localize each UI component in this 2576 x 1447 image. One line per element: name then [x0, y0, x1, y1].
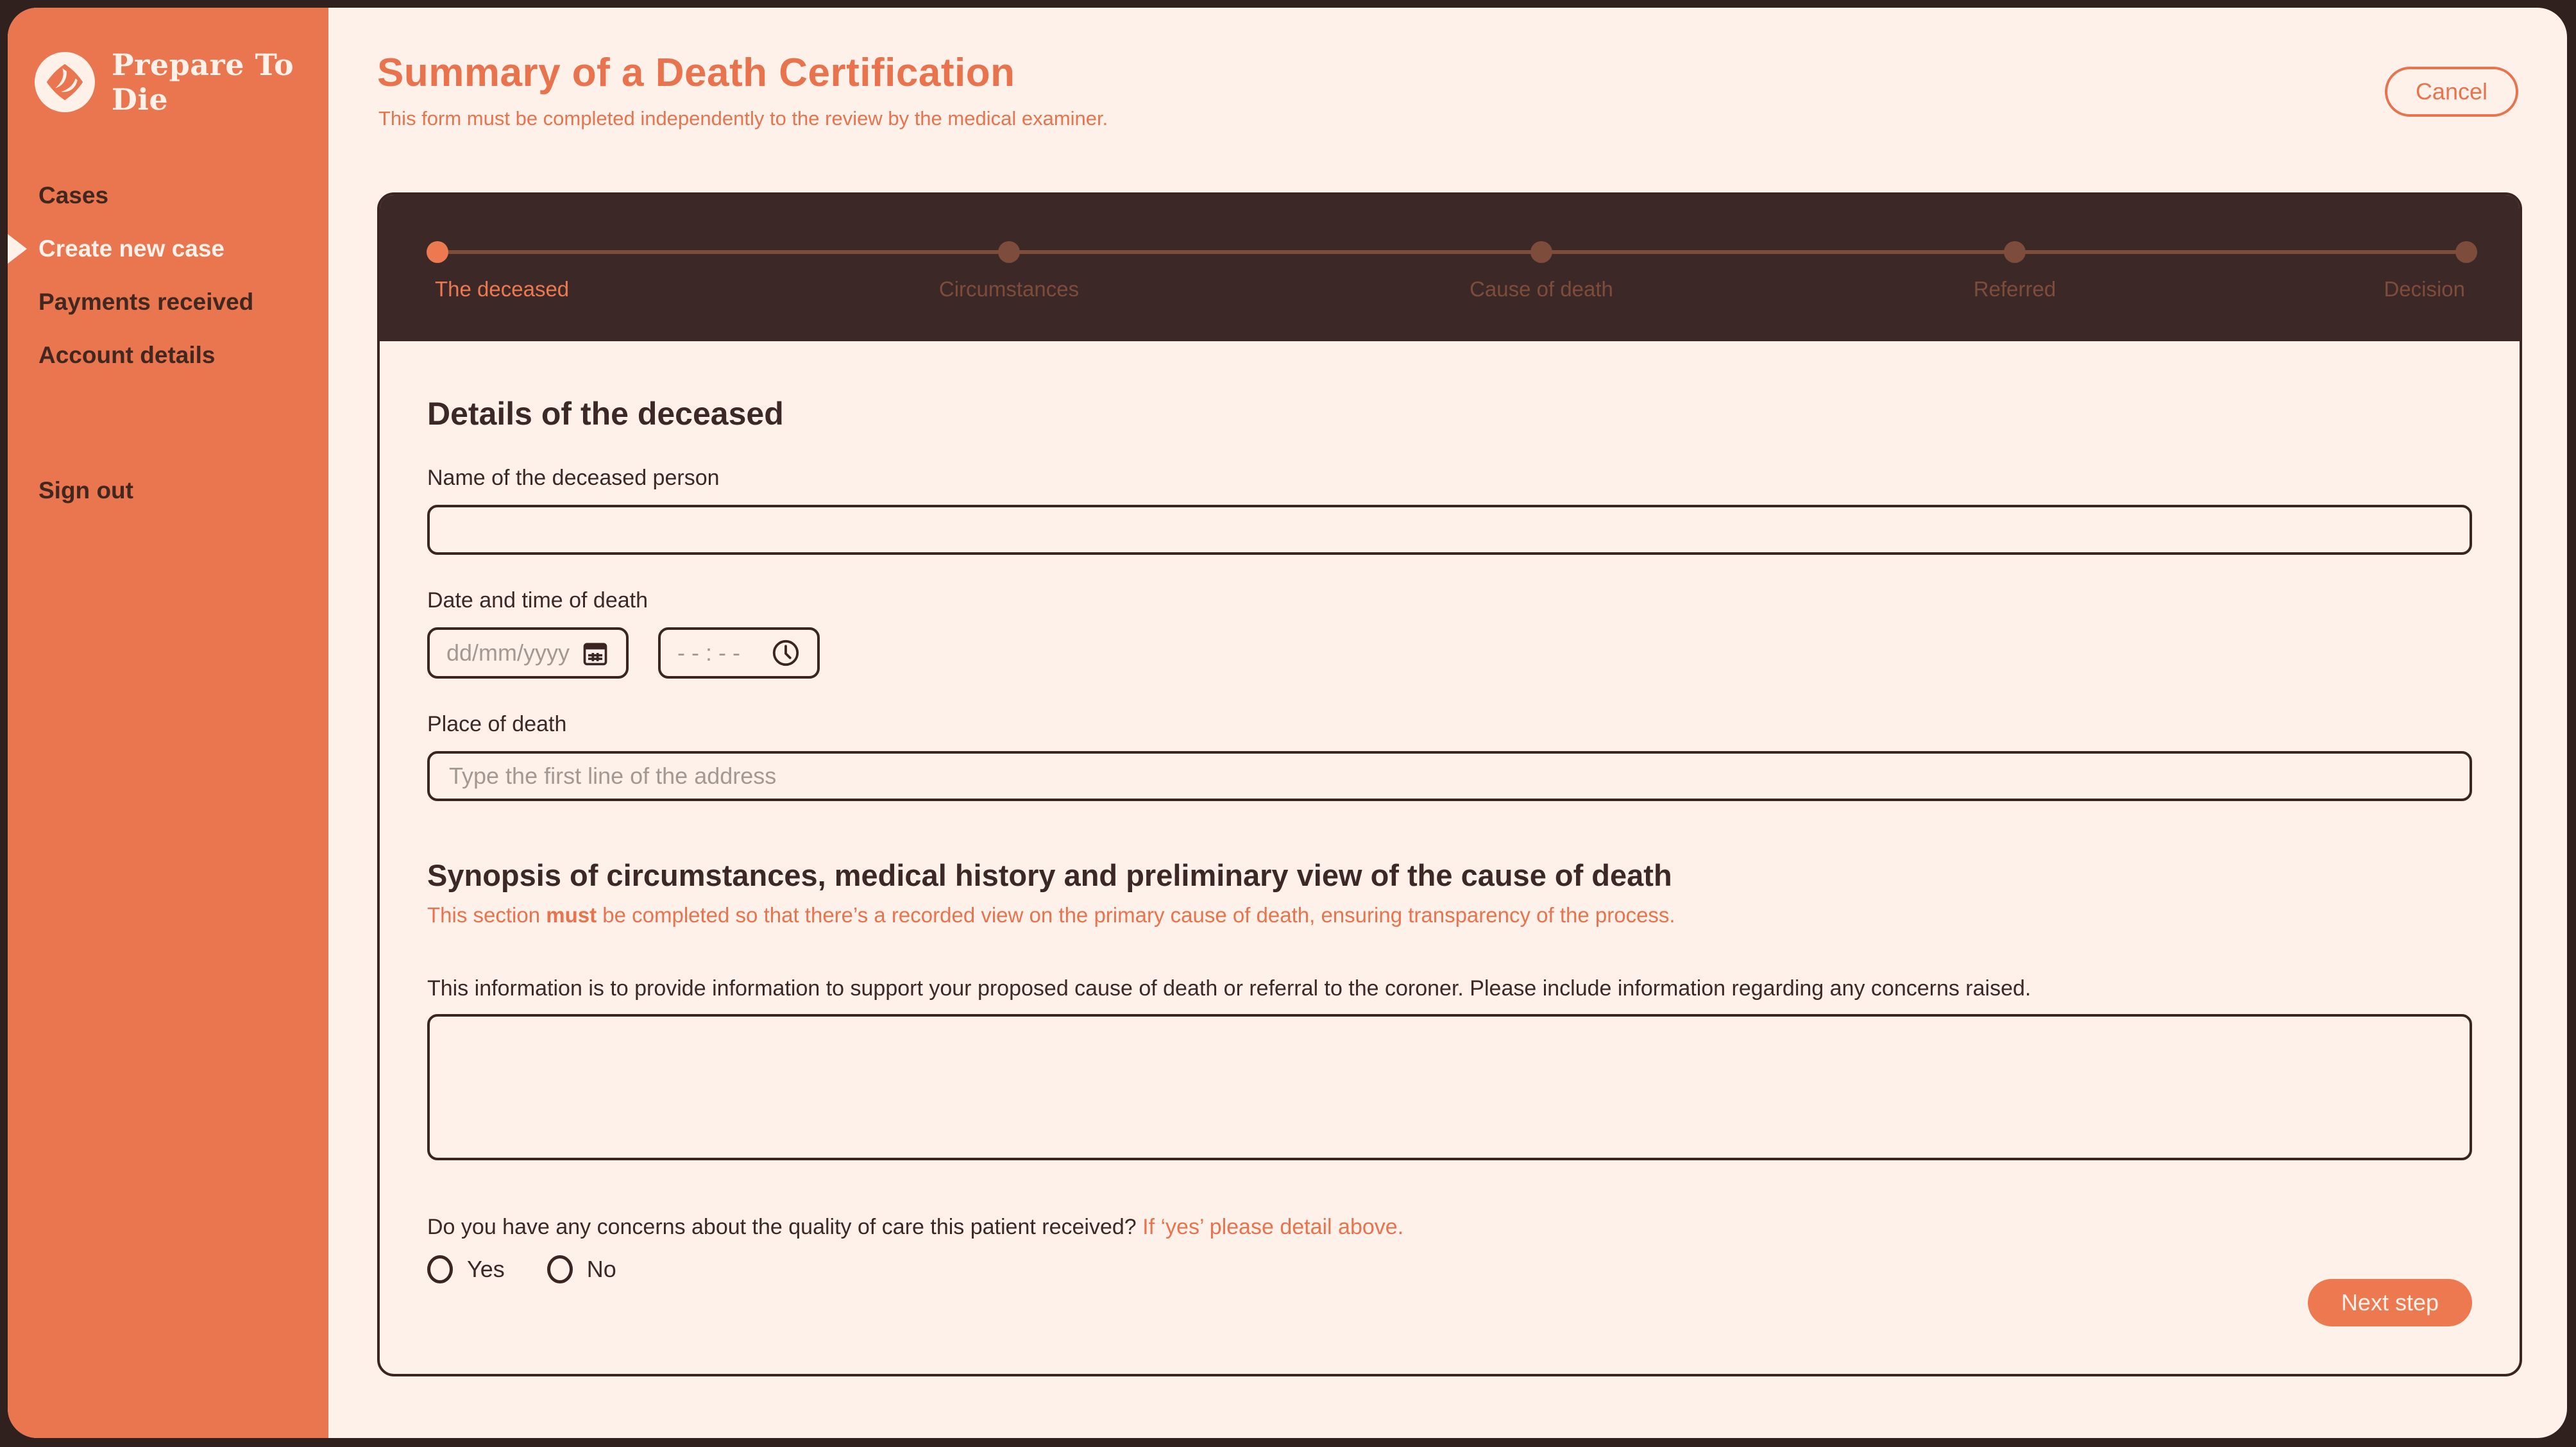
- main-content: Summary of a Death Certification This fo…: [328, 8, 2567, 1438]
- synopsis-heading: Synopsis of circumstances, medical histo…: [427, 858, 1672, 892]
- sidebar-item-create-new-case[interactable]: Create new case: [8, 233, 328, 264]
- concerns-question: Do you have any concerns about the quali…: [427, 1215, 2472, 1240]
- place-input[interactable]: [427, 751, 2472, 801]
- name-input[interactable]: [427, 505, 2472, 555]
- active-item-triangle-icon: [8, 233, 27, 264]
- sidebar-item-label: Create new case: [38, 235, 225, 262]
- radio-label-no: No: [586, 1256, 616, 1282]
- brand-mark-icon: [35, 52, 95, 112]
- step-label-referred[interactable]: Referred: [1974, 277, 2056, 301]
- datetime-label: Date and time of death: [427, 588, 648, 613]
- radio-option-yes[interactable]: Yes: [427, 1255, 505, 1283]
- sidebar-item-account-details[interactable]: Account details: [8, 343, 328, 367]
- step-dot-referred[interactable]: [2004, 241, 2026, 263]
- app-window: Prepare To Die Cases Create new case Pay…: [8, 8, 2567, 1438]
- sidebar-item-sign-out[interactable]: Sign out: [8, 477, 328, 504]
- step-dot-the-deceased[interactable]: [427, 241, 448, 263]
- sidebar-item-label: Cases: [38, 182, 109, 208]
- synopsis-note-before: This section: [427, 903, 547, 927]
- step-dot-circumstances[interactable]: [998, 241, 1020, 263]
- details-heading: Details of the deceased: [427, 396, 784, 432]
- synopsis-note-after: be completed so that there’s a recorded …: [597, 903, 1675, 927]
- name-label: Name of the deceased person: [427, 466, 720, 490]
- synopsis-note-bold: must: [546, 903, 597, 927]
- brand-name: Prepare To Die: [112, 47, 294, 117]
- date-placeholder: dd/mm/yyyy: [446, 639, 570, 666]
- sidebar: Prepare To Die Cases Create new case Pay…: [8, 8, 328, 1438]
- step-label-decision[interactable]: Decision: [2384, 277, 2465, 301]
- sidebar-item-cases[interactable]: Cases: [8, 183, 328, 207]
- radio-circle-no[interactable]: [547, 1255, 573, 1283]
- concerns-radio-group: Yes No: [427, 1255, 2472, 1283]
- sidebar-item-label: Account details: [38, 342, 216, 368]
- brand-header: Prepare To Die: [8, 8, 328, 117]
- page-subtitle: This form must be completed independentl…: [378, 107, 1108, 130]
- cancel-button[interactable]: Cancel: [2384, 67, 2518, 117]
- page-title: Summary of a Death Certification: [377, 51, 1015, 95]
- sidebar-nav: Cases Create new case Payments received …: [8, 183, 328, 367]
- concerns-question-text: Do you have any concerns about the quali…: [427, 1215, 1143, 1239]
- synopsis-textarea[interactable]: [427, 1014, 2472, 1160]
- progress-stepper: The deceased Circumstances Cause of deat…: [380, 195, 2520, 341]
- sidebar-item-label: Payments received: [38, 289, 254, 315]
- radio-option-no[interactable]: No: [547, 1255, 616, 1283]
- next-step-button[interactable]: Next step: [2307, 1279, 2472, 1326]
- time-placeholder: - - : - -: [677, 639, 740, 666]
- concerns-question-hint: If ‘yes’ please detail above.: [1142, 1215, 1404, 1239]
- sidebar-item-payments-received[interactable]: Payments received: [8, 290, 328, 314]
- step-dot-cause-of-death[interactable]: [1530, 241, 1552, 263]
- clock-icon: [772, 639, 799, 666]
- card-body: Details of the deceased Name of the dece…: [380, 341, 2520, 1331]
- place-label: Place of death: [427, 712, 567, 736]
- step-label-circumstances[interactable]: Circumstances: [939, 277, 1079, 301]
- step-label-cause-of-death[interactable]: Cause of death: [1470, 277, 1613, 301]
- step-dot-decision[interactable]: [2455, 241, 2477, 263]
- date-input[interactable]: dd/mm/yyyy: [427, 627, 629, 679]
- datetime-row: dd/mm/yyyy - - : - -: [427, 627, 2472, 679]
- calendar-icon: [583, 643, 607, 666]
- radio-label-yes: Yes: [467, 1256, 505, 1282]
- radio-circle-yes[interactable]: [427, 1255, 453, 1283]
- form-card: The deceased Circumstances Cause of deat…: [377, 192, 2522, 1376]
- synopsis-note: This section must be completed so that t…: [427, 903, 2472, 927]
- time-input[interactable]: - - : - -: [658, 627, 820, 679]
- step-label-the-deceased[interactable]: The deceased: [435, 277, 569, 301]
- synopsis-info-text: This information is to provide informati…: [427, 976, 2031, 1001]
- stepper-track: [437, 250, 2465, 254]
